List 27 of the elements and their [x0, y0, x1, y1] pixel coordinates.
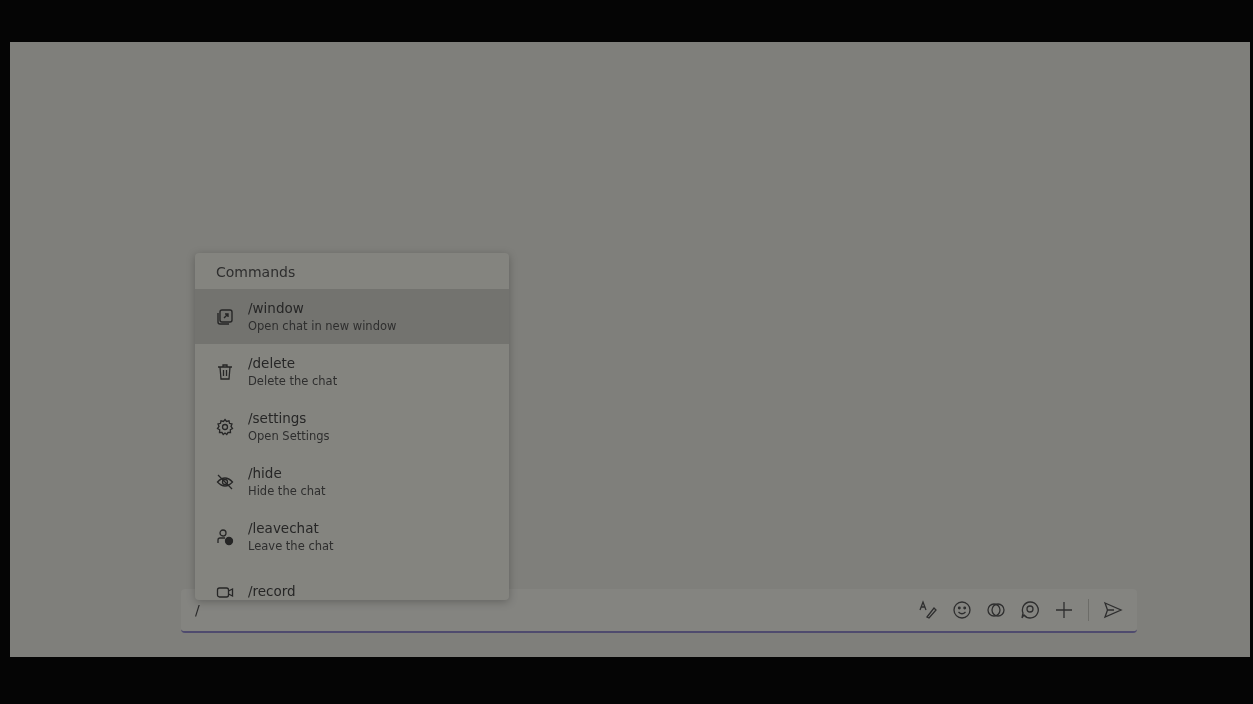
- command-description: Delete the chat: [248, 374, 338, 388]
- trash-icon: [216, 362, 234, 381]
- emoji-icon[interactable]: [952, 600, 972, 620]
- command-name: /hide: [248, 465, 283, 482]
- command-name: /window: [248, 300, 305, 317]
- popup-heading: Commands: [215, 263, 297, 282]
- command-description: Leave the chat: [248, 539, 334, 553]
- chat-bubble-icon[interactable]: [1020, 600, 1040, 620]
- command-name: /leavechat: [248, 520, 320, 537]
- command-name: /settings: [248, 410, 308, 427]
- message-input[interactable]: /: [195, 602, 918, 618]
- command-description: Open chat in new window: [248, 319, 397, 333]
- person-remove-icon: [216, 527, 234, 546]
- command-item[interactable]: /hide Hide the chat: [195, 454, 509, 509]
- settings-icon: [216, 417, 234, 436]
- command-item[interactable]: /leavechat Leave the chat: [195, 509, 509, 564]
- command-item[interactable]: /settings Open Settings: [195, 399, 509, 454]
- send-icon[interactable]: [1103, 600, 1123, 620]
- format-icon[interactable]: [918, 600, 938, 620]
- command-item[interactable]: /delete Delete the chat: [195, 344, 509, 399]
- command-item[interactable]: /window Open chat in new window: [195, 289, 509, 344]
- open-window-icon: [216, 307, 234, 326]
- eye-off-icon: [216, 472, 234, 491]
- command-name: /delete: [248, 355, 297, 372]
- command-description: Hide the chat: [248, 484, 326, 498]
- plus-icon[interactable]: [1054, 600, 1074, 620]
- command-description: Open Settings: [248, 429, 330, 443]
